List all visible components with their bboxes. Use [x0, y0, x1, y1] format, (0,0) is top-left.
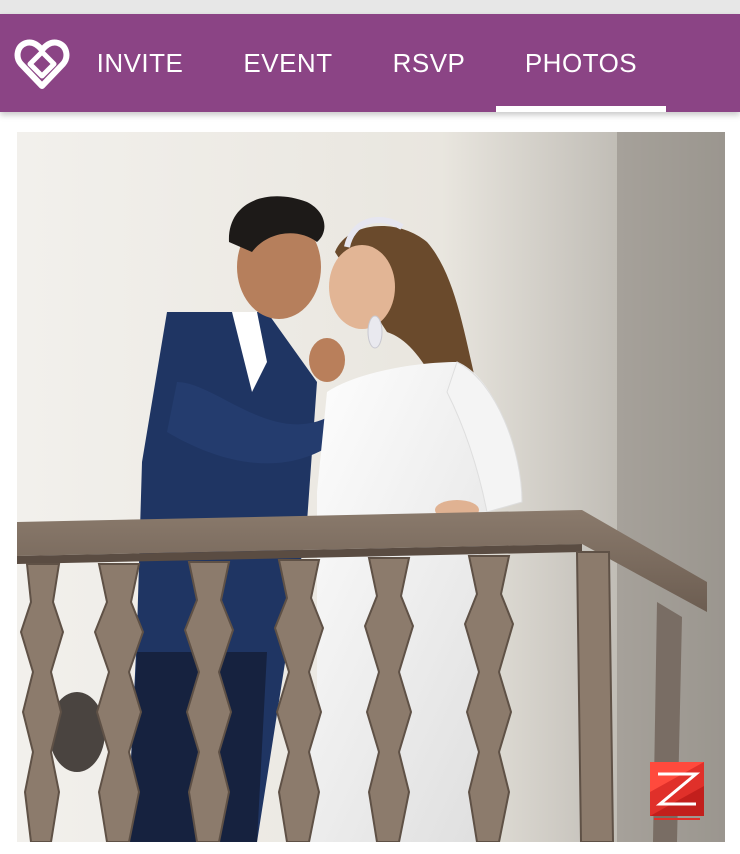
tab-photos-label: PHOTOS: [524, 47, 638, 78]
tab-rsvp[interactable]: RSVP: [392, 14, 466, 112]
tab-event[interactable]: EVENT: [243, 14, 333, 112]
tab-invite-label: INVITE: [96, 47, 184, 78]
top-navigation-bar: INVITE EVENT RSVP PHOTOS: [0, 14, 740, 112]
tab-rsvp-label: RSVP: [392, 47, 466, 78]
tab-event-label: EVENT: [243, 47, 333, 78]
photographer-watermark-icon: [650, 762, 704, 822]
couple-photo[interactable]: [17, 132, 725, 842]
active-tab-indicator: [496, 106, 666, 112]
top-status-strip: [0, 0, 740, 14]
tab-invite[interactable]: INVITE: [96, 14, 184, 112]
heart-diamond-logo-icon[interactable]: [14, 36, 70, 92]
tab-photos[interactable]: PHOTOS: [496, 14, 666, 112]
